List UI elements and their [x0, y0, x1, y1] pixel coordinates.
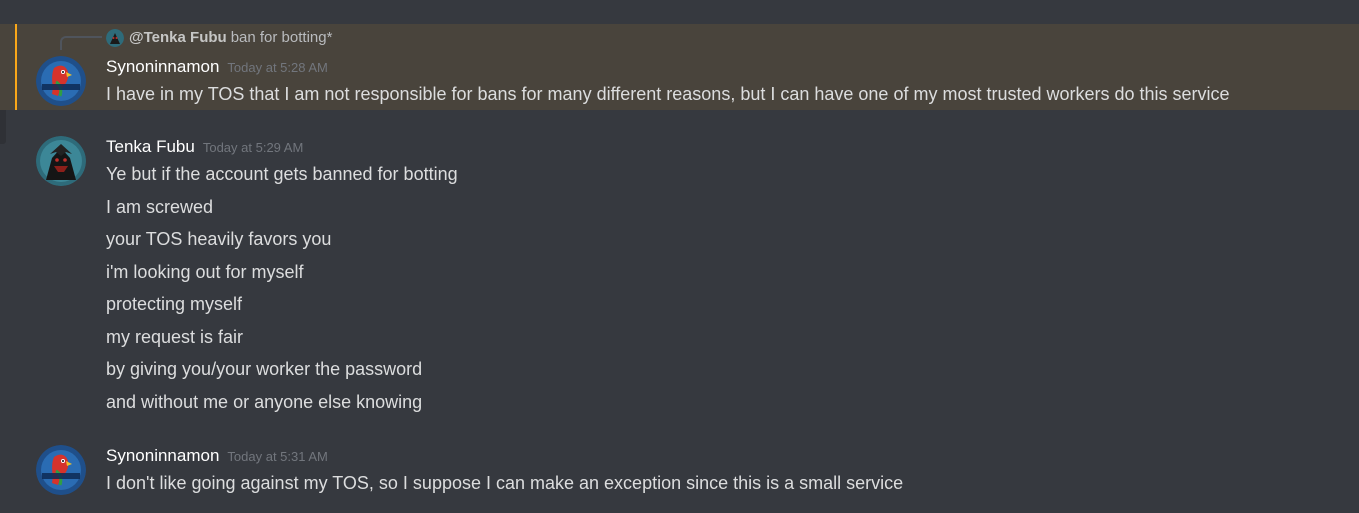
message-text: and without me or anyone else knowing: [106, 392, 423, 412]
reply-avatar-icon: [106, 29, 124, 47]
message-group[interactable]: @Tenka Fubu ban for botting* Synoninnamo…: [0, 24, 1359, 110]
samurai-avatar-icon[interactable]: [36, 136, 86, 186]
reply-text: ban for botting*: [230, 29, 333, 46]
message-group[interactable]: Tenka Fubu Today at 5:29 AM Ye but if the…: [0, 134, 1359, 419]
message-text: I don't like going against my TOS, so I …: [106, 473, 904, 493]
author-name[interactable]: Synoninnamon: [106, 446, 219, 465]
message-timestamp[interactable]: Today at 5:28 AM: [227, 60, 327, 75]
message-text: by giving you/your worker the password: [106, 359, 423, 379]
message-timestamp[interactable]: Today at 5:29 AM: [203, 140, 303, 155]
chat-scroller[interactable]: @Tenka Fubu ban for botting* Synoninnamo…: [0, 0, 1359, 513]
message-text: protecting myself: [106, 294, 243, 314]
message-text: my request is fair: [106, 327, 244, 347]
parrot-avatar-icon[interactable]: [36, 56, 86, 106]
message-header: Synoninnamon Today at 5:28 AM: [106, 56, 328, 78]
message-text: I have in my TOS that I am not responsib…: [106, 84, 1230, 104]
message-header: Tenka Fubu Today at 5:29 AM: [106, 136, 303, 158]
reply-preview[interactable]: @Tenka Fubu ban for botting*: [106, 28, 332, 48]
message-text: your TOS heavily favors you: [106, 229, 332, 249]
author-name[interactable]: Synoninnamon: [106, 57, 219, 76]
message-text: i'm looking out for myself: [106, 262, 304, 282]
message-header: Synoninnamon Today at 5:31 AM: [106, 445, 328, 467]
parrot-avatar-icon[interactable]: [36, 445, 86, 495]
reply-mention[interactable]: @Tenka Fubu: [129, 28, 227, 48]
message-text: I am screwed: [106, 197, 214, 217]
message-text: Ye but if the account gets banned for bo…: [106, 164, 458, 184]
message-group[interactable]: Synoninnamon Today at 5:31 AM I don't lik…: [0, 443, 1359, 503]
reply-connector: [60, 36, 102, 50]
message-timestamp[interactable]: Today at 5:31 AM: [227, 449, 327, 464]
author-name[interactable]: Tenka Fubu: [106, 137, 195, 156]
